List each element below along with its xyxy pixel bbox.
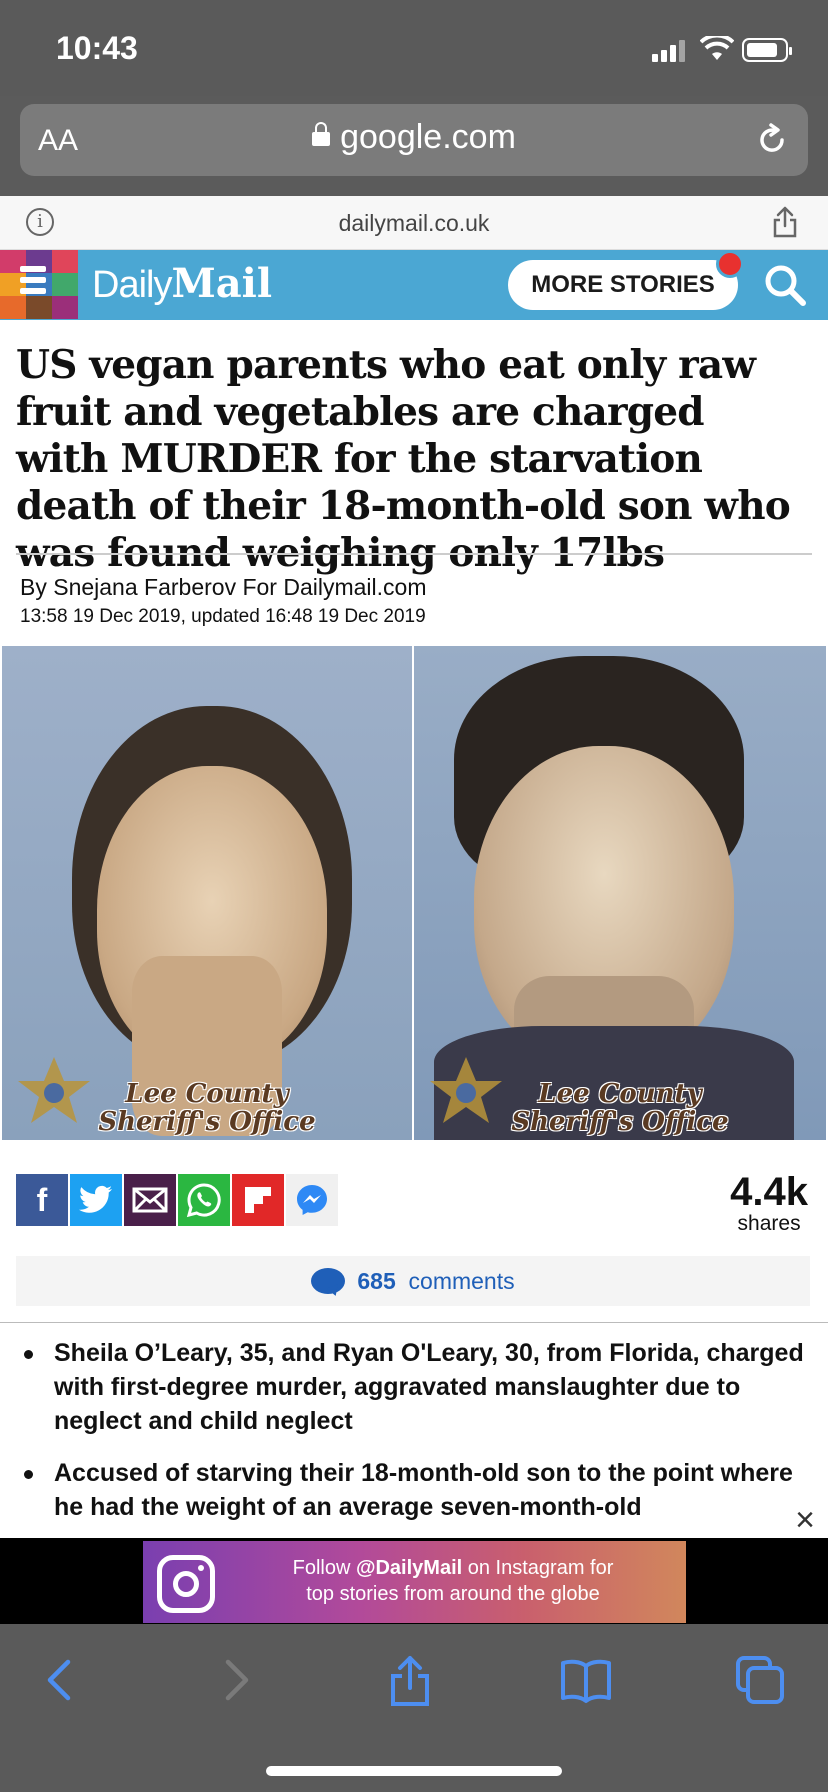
article-photos[interactable]: Lee County Sheriff's Office Lee County She… (0, 646, 828, 1140)
site-info-bar: i dailymail.co.uk (0, 196, 828, 250)
url-text: google.com (340, 118, 516, 156)
twitter-icon[interactable] (70, 1174, 122, 1226)
lock-icon (312, 122, 331, 146)
forward-icon[interactable] (216, 1654, 256, 1706)
divider (0, 1322, 828, 1323)
shares-number: 4.4k (730, 1170, 808, 1214)
comments-count: 685 (357, 1268, 396, 1294)
status-time: 10:43 (56, 30, 138, 66)
article-dates: 13:58 19 Dec 2019, updated 16:48 19 Dec … (20, 606, 426, 627)
mugshot-photo[interactable]: Lee County Sheriff's Office (414, 646, 826, 1140)
bookmarks-icon[interactable] (560, 1654, 612, 1706)
site-header: DailyMail MORE STORIES (0, 250, 828, 320)
summary-bullet: Sheila O’Leary, 35, and Ryan O'Leary, 30… (20, 1336, 810, 1438)
search-icon[interactable] (762, 262, 808, 308)
hamburger-icon (20, 266, 46, 294)
home-indicator (266, 1766, 562, 1776)
url-field[interactable]: google.com (20, 118, 808, 157)
photo-watermark: Lee County Sheriff's Office (511, 1079, 729, 1137)
instagram-promo[interactable]: Follow @DailyMail on Instagram for top s… (143, 1541, 686, 1623)
comment-bubble-icon (311, 1268, 346, 1294)
browser-toolbar (0, 1624, 828, 1792)
instagram-icon (157, 1555, 215, 1613)
tabs-icon[interactable] (734, 1654, 786, 1706)
facebook-icon[interactable]: f (16, 1174, 68, 1226)
article-summary: Sheila O’Leary, 35, and Ryan O'Leary, 30… (20, 1336, 810, 1538)
photo-watermark: Lee County Sheriff's Office (98, 1079, 316, 1137)
promo-text: Follow @DailyMail on Instagram for top s… (292, 1557, 614, 1605)
ad-banner[interactable]: Follow @DailyMail on Instagram for top s… (0, 1538, 828, 1624)
daily-mail-logo[interactable]: DailyMail (92, 260, 272, 307)
summary-bullet: Accused of starving their 18-month-old s… (20, 1456, 810, 1524)
flipboard-icon[interactable] (232, 1174, 284, 1226)
comments-link[interactable]: 685 comments (16, 1256, 810, 1306)
address-bar[interactable]: AA google.com (20, 104, 808, 176)
whatsapp-icon[interactable] (178, 1174, 230, 1226)
divider (16, 553, 812, 555)
cellular-signal-icon (652, 40, 688, 62)
shares-label: shares (737, 1212, 801, 1235)
article-headline: US vegan parents who eat only raw fruit … (16, 342, 791, 576)
reload-icon[interactable] (754, 122, 790, 158)
back-icon[interactable] (40, 1654, 80, 1706)
menu-button[interactable] (0, 250, 78, 320)
share-icon[interactable] (772, 206, 798, 238)
comments-label: comments (408, 1268, 515, 1294)
share-icon[interactable] (388, 1654, 432, 1708)
article: US vegan parents who eat only raw fruit … (0, 320, 828, 1538)
article-byline[interactable]: By Snejana Farberov For Dailymail.com (20, 574, 426, 601)
email-icon[interactable] (124, 1174, 176, 1226)
mugshot-photo[interactable]: Lee County Sheriff's Office (2, 646, 412, 1140)
battery-icon (742, 38, 792, 62)
messenger-icon[interactable] (286, 1174, 338, 1226)
more-stories-button[interactable]: MORE STORIES (508, 260, 738, 310)
wifi-icon (700, 36, 734, 60)
status-bar: 10:43 (0, 0, 828, 96)
share-count: 4.4k shares (730, 1172, 808, 1236)
site-domain: dailymail.co.uk (338, 210, 490, 236)
notification-dot (716, 250, 744, 278)
